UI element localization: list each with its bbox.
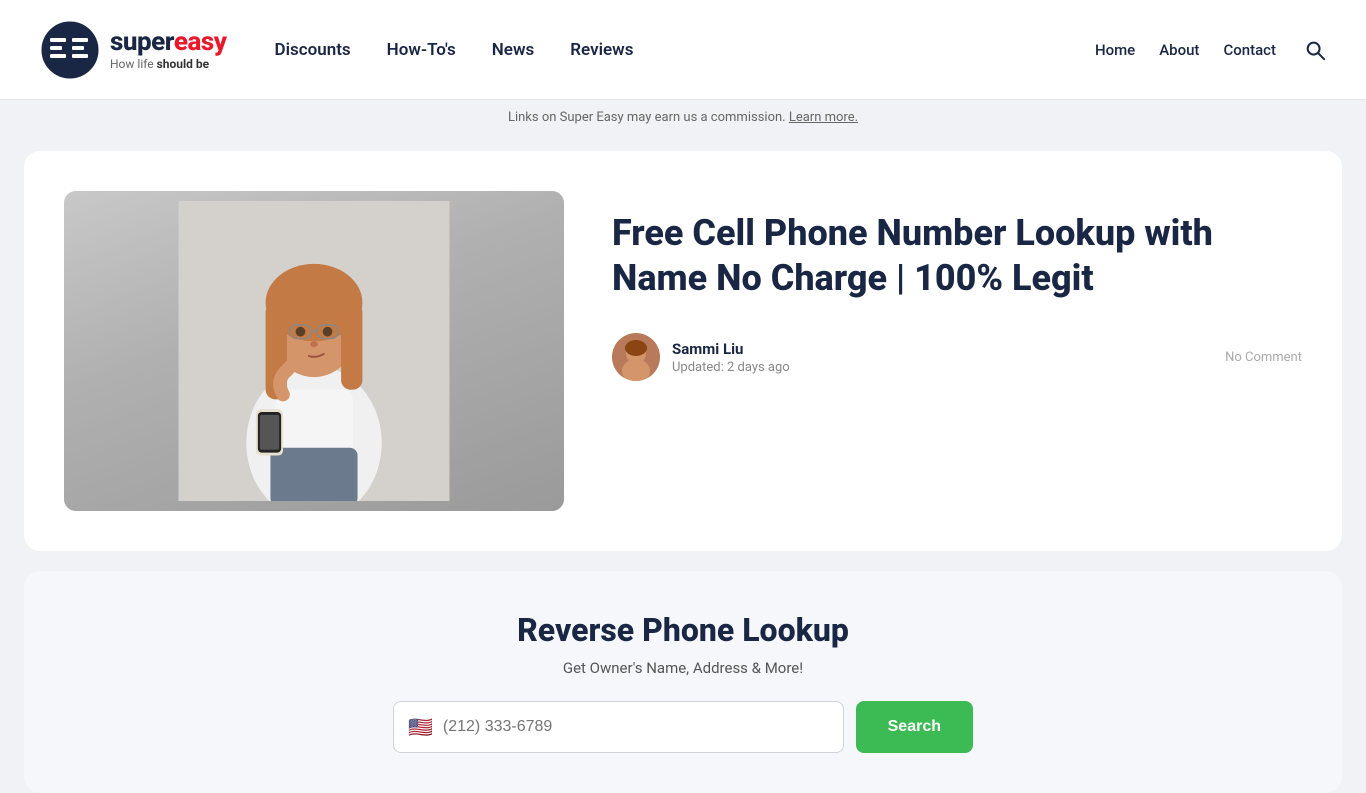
article-title: Free Cell Phone Number Lookup with Name … bbox=[612, 211, 1302, 301]
avatar bbox=[612, 333, 660, 381]
logo-tagline: How life should be bbox=[110, 58, 227, 71]
phone-input-wrapper[interactable]: 🇺🇸 bbox=[393, 701, 844, 753]
site-header: super easy How life should be Discounts … bbox=[0, 0, 1366, 100]
logo[interactable]: super easy How life should be bbox=[40, 20, 227, 80]
nav-item-news[interactable]: News bbox=[492, 40, 534, 60]
nav-item-home[interactable]: Home bbox=[1095, 41, 1135, 59]
article-illustration bbox=[174, 201, 454, 501]
logo-super: super bbox=[110, 28, 174, 57]
logo-icon bbox=[40, 20, 100, 80]
widget-title: Reverse Phone Lookup bbox=[517, 611, 849, 649]
affiliate-text: Links on Super Easy may earn us a commis… bbox=[508, 110, 789, 125]
reverse-phone-widget: Reverse Phone Lookup Get Owner's Name, A… bbox=[24, 571, 1342, 793]
article-card: Free Cell Phone Number Lookup with Name … bbox=[24, 151, 1342, 551]
article-image-placeholder bbox=[64, 191, 564, 511]
flag-icon: 🇺🇸 bbox=[408, 715, 433, 739]
nav-item-about[interactable]: About bbox=[1159, 41, 1199, 59]
search-button[interactable]: Search bbox=[856, 701, 973, 753]
author-row: Sammi Liu Updated: 2 days ago No Comment bbox=[612, 333, 1302, 381]
no-comment-label: No Comment bbox=[1225, 350, 1302, 365]
author-updated: Updated: 2 days ago bbox=[672, 360, 790, 375]
article-header: Free Cell Phone Number Lookup with Name … bbox=[64, 191, 1302, 511]
main-nav: Discounts How-To's News Reviews bbox=[275, 40, 634, 60]
affiliate-bar: Links on Super Easy may earn us a commis… bbox=[0, 100, 1366, 135]
phone-input[interactable] bbox=[443, 718, 829, 736]
logo-easy: easy bbox=[174, 28, 227, 57]
logo-text: super easy How life should be bbox=[110, 28, 227, 72]
author-info: Sammi Liu Updated: 2 days ago bbox=[612, 333, 790, 381]
nav-item-discounts[interactable]: Discounts bbox=[275, 40, 351, 60]
article-image bbox=[64, 191, 564, 511]
widget-subtitle: Get Owner's Name, Address & More! bbox=[563, 659, 803, 677]
search-button[interactable] bbox=[1304, 39, 1326, 61]
author-details: Sammi Liu Updated: 2 days ago bbox=[672, 340, 790, 375]
affiliate-learn-more[interactable]: Learn more. bbox=[789, 110, 858, 125]
secondary-nav: Home About Contact bbox=[1095, 41, 1276, 59]
nav-item-contact[interactable]: Contact bbox=[1223, 41, 1276, 59]
nav-item-howtos[interactable]: How-To's bbox=[387, 40, 456, 60]
widget-search-row: 🇺🇸 Search bbox=[393, 701, 973, 753]
article-info: Free Cell Phone Number Lookup with Name … bbox=[612, 191, 1302, 381]
header-right: Home About Contact bbox=[1095, 39, 1326, 61]
search-icon bbox=[1304, 39, 1326, 61]
avatar-illustration bbox=[612, 333, 660, 381]
author-name: Sammi Liu bbox=[672, 340, 790, 358]
nav-item-reviews[interactable]: Reviews bbox=[570, 40, 633, 60]
header-left: super easy How life should be Discounts … bbox=[40, 20, 633, 80]
